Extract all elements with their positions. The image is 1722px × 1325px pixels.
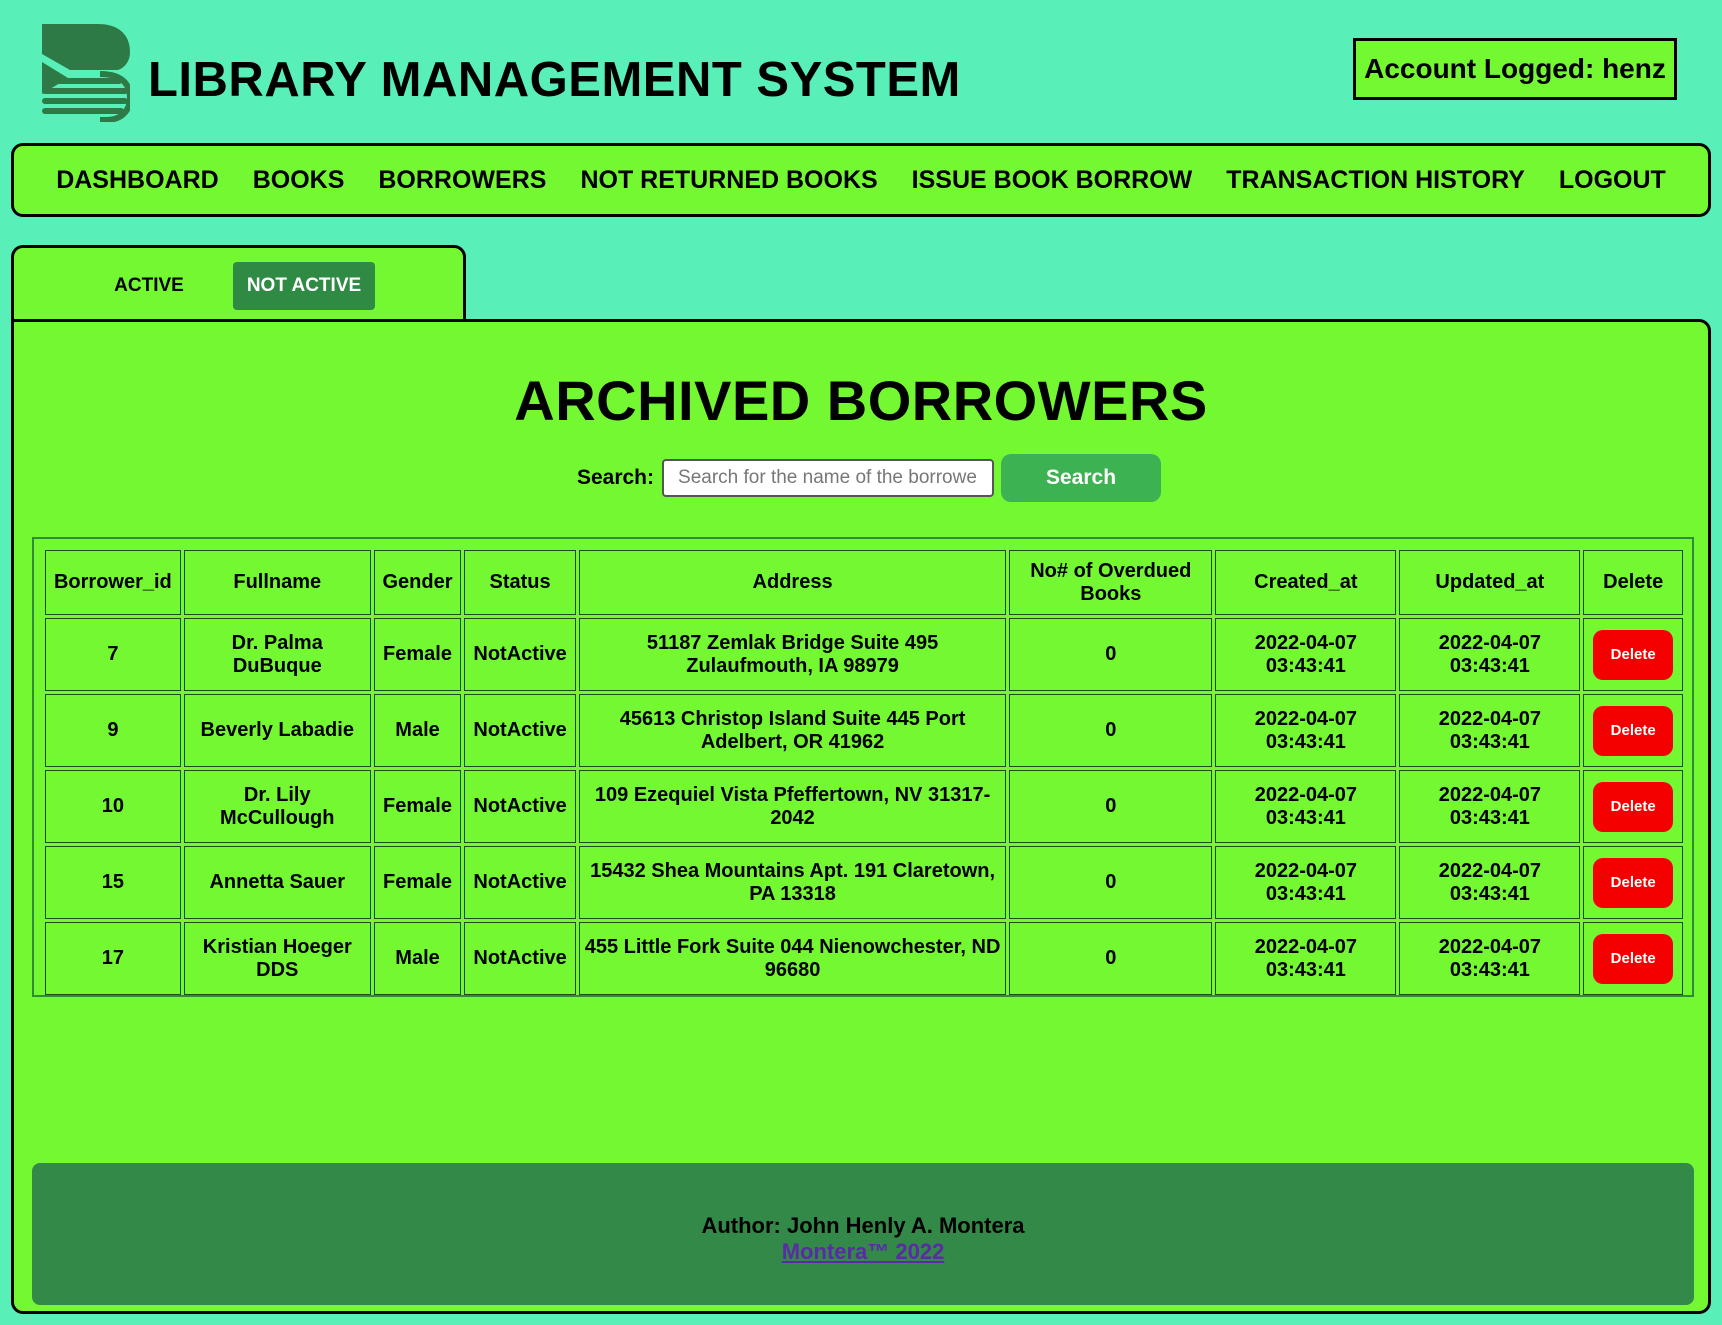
cell-status: NotActive (464, 846, 576, 919)
delete-button[interactable]: Delete (1593, 629, 1674, 680)
page-title: ARCHIVED BORROWERS (514, 369, 1208, 432)
delete-button[interactable]: Delete (1593, 933, 1674, 984)
delete-button[interactable]: Delete (1593, 781, 1674, 832)
cell-status: NotActive (464, 694, 576, 767)
nav-item-logout[interactable]: LOGOUT (1542, 166, 1683, 195)
cell-address: 455 Little Fork Suite 044 Nienowchester,… (578, 922, 1007, 995)
cell-borrower-id: 7 (45, 618, 181, 691)
cell-gender: Male (373, 922, 462, 995)
book-stack-logo-icon (42, 24, 130, 122)
cell-address: 45613 Christop Island Suite 445 Port Ade… (578, 694, 1007, 767)
cell-updated-at: 2022-04-07 03:43:41 (1399, 770, 1581, 843)
cell-updated-at: 2022-04-07 03:43:41 (1399, 618, 1581, 691)
search-button[interactable]: Search (1001, 454, 1162, 502)
column-header: Fullname (183, 550, 371, 615)
cell-delete: Delete (1583, 618, 1683, 691)
app-title: LIBRARY MANAGEMENT SYSTEM (148, 53, 961, 107)
nav-item-not-returned-books[interactable]: NOT RETURNED BOOKS (563, 166, 894, 195)
table-row: 9 Beverly Labadie Male NotActive 45613 C… (45, 694, 1683, 767)
delete-button[interactable]: Delete (1593, 705, 1674, 756)
cell-updated-at: 2022-04-07 03:43:41 (1399, 846, 1581, 919)
cell-created-at: 2022-04-07 03:43:41 (1215, 618, 1397, 691)
cell-overdue-count: 0 (1009, 770, 1213, 843)
cell-created-at: 2022-04-07 03:43:41 (1215, 770, 1397, 843)
table-header-row: Borrower_id Fullname Gender Status Addre… (45, 550, 1683, 615)
delete-button[interactable]: Delete (1593, 857, 1674, 908)
cell-gender: Male (373, 694, 462, 767)
column-header: Borrower_id (45, 550, 181, 615)
footer: Author: John Henly A. Montera Montera™ 2… (32, 1163, 1694, 1305)
cell-created-at: 2022-04-07 03:43:41 (1215, 922, 1397, 995)
cell-gender: Female (373, 770, 462, 843)
cell-gender: Female (373, 618, 462, 691)
footer-link[interactable]: Montera™ 2022 (32, 1239, 1694, 1265)
column-header: Delete (1583, 550, 1683, 615)
tab-not-active[interactable]: NOT ACTIVE (233, 262, 375, 310)
cell-fullname: Dr. Lily McCullough (183, 770, 371, 843)
tab-active[interactable]: ACTIVE (74, 262, 224, 310)
cell-address: 51187 Zemlak Bridge Suite 495 Zulaufmout… (578, 618, 1007, 691)
footer-author: Author: John Henly A. Montera (701, 1213, 1025, 1238)
column-header: Gender (373, 550, 462, 615)
cell-address: 109 Ezequiel Vista Pfeffertown, NV 31317… (578, 770, 1007, 843)
nav-item-borrowers[interactable]: BORROWERS (361, 166, 563, 195)
cell-status: NotActive (464, 922, 576, 995)
cell-updated-at: 2022-04-07 03:43:41 (1399, 922, 1581, 995)
nav-item-books[interactable]: BOOKS (236, 166, 362, 195)
nav-item-dashboard[interactable]: DASHBOARD (39, 166, 236, 195)
cell-fullname: Kristian Hoeger DDS (183, 922, 371, 995)
cell-borrower-id: 15 (45, 846, 181, 919)
cell-address: 15432 Shea Mountains Apt. 191 Claretown,… (578, 846, 1007, 919)
column-header: Address (578, 550, 1007, 615)
main-panel: ARCHIVED BORROWERS Search: Search Borrow… (11, 319, 1711, 1314)
table-row: 17 Kristian Hoeger DDS Male NotActive 45… (45, 922, 1683, 995)
account-badge: Account Logged: henz (1353, 38, 1677, 100)
cell-borrower-id: 10 (45, 770, 181, 843)
cell-created-at: 2022-04-07 03:43:41 (1215, 846, 1397, 919)
table-row: 10 Dr. Lily McCullough Female NotActive … (45, 770, 1683, 843)
search-input[interactable] (662, 459, 995, 497)
cell-updated-at: 2022-04-07 03:43:41 (1399, 694, 1581, 767)
nav-item-issue-book-borrow[interactable]: ISSUE BOOK BORROW (895, 166, 1210, 195)
cell-delete: Delete (1583, 846, 1683, 919)
cell-borrower-id: 17 (45, 922, 181, 995)
search-label: Search: (576, 466, 655, 489)
cell-overdue-count: 0 (1009, 694, 1213, 767)
column-header: Created_at (1215, 550, 1397, 615)
cell-delete: Delete (1583, 922, 1683, 995)
cell-fullname: Dr. Palma DuBuque (183, 618, 371, 691)
archived-borrowers-table: Borrower_id Fullname Gender Status Addre… (42, 547, 1686, 998)
cell-overdue-count: 0 (1009, 618, 1213, 691)
cell-fullname: Beverly Labadie (183, 694, 371, 767)
nav-item-transaction-history[interactable]: TRANSACTION HISTORY (1209, 166, 1542, 195)
borrowers-table-container: Borrower_id Fullname Gender Status Addre… (32, 537, 1694, 997)
cell-delete: Delete (1583, 694, 1683, 767)
cell-gender: Female (373, 846, 462, 919)
main-navbar: DASHBOARD BOOKS BORROWERS NOT RETURNED B… (11, 143, 1711, 217)
status-tabs: ACTIVE NOT ACTIVE (11, 245, 466, 322)
table-row: 15 Annetta Sauer Female NotActive 15432 … (45, 846, 1683, 919)
cell-status: NotActive (464, 770, 576, 843)
header: LIBRARY MANAGEMENT SYSTEM Account Logged… (0, 0, 1722, 140)
search-bar: Search: Search (14, 454, 1708, 502)
cell-status: NotActive (464, 618, 576, 691)
cell-borrower-id: 9 (45, 694, 181, 767)
column-header: Status (464, 550, 576, 615)
table-row: 7 Dr. Palma DuBuque Female NotActive 511… (45, 618, 1683, 691)
cell-overdue-count: 0 (1009, 922, 1213, 995)
column-header: Updated_at (1399, 550, 1581, 615)
cell-delete: Delete (1583, 770, 1683, 843)
column-header: No# of Overdued Books (1009, 550, 1213, 615)
cell-created-at: 2022-04-07 03:43:41 (1215, 694, 1397, 767)
cell-overdue-count: 0 (1009, 846, 1213, 919)
cell-fullname: Annetta Sauer (183, 846, 371, 919)
